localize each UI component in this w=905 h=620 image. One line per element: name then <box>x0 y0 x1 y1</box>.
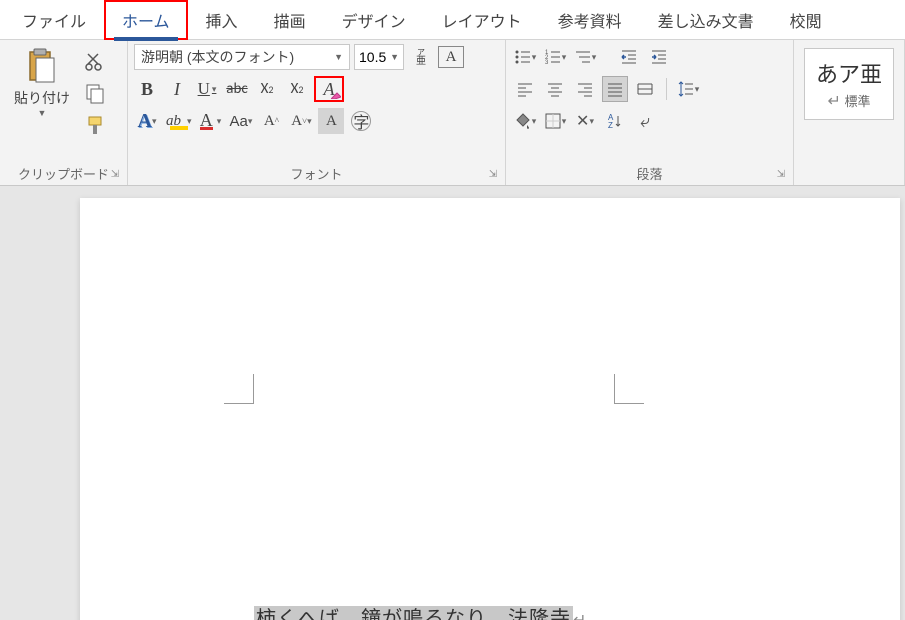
style-sample: あア亜 <box>816 57 882 89</box>
chevron-down-icon: ▼ <box>390 52 399 62</box>
sort-button[interactable]: AZ <box>602 108 628 134</box>
superscript-button[interactable]: X2 <box>284 76 310 102</box>
italic-button[interactable]: I <box>164 76 190 102</box>
align-right-button[interactable] <box>572 76 598 102</box>
char-border-button[interactable]: A <box>438 46 464 68</box>
underline-button[interactable]: U▾ <box>194 76 220 102</box>
increase-indent-button[interactable] <box>646 44 672 70</box>
tab-design[interactable]: デザイン <box>324 0 424 40</box>
style-normal[interactable]: あア亜 ↵ 標準 <box>804 48 894 120</box>
justify-button[interactable] <box>602 76 628 102</box>
group-font: 游明朝 (本文のフォント) ▼ 10.5 ▼ ア亜 A B I <box>128 40 506 185</box>
svg-text:Z: Z <box>608 121 613 130</box>
document-area: 柿くへば 鐘が鳴るなり 法隆寺↵ <box>0 186 905 620</box>
text-effects-button[interactable]: A▾ <box>134 108 160 134</box>
group-clipboard: 貼り付け ▼ クリップボード ⇲ <box>0 40 128 185</box>
strikethrough-button[interactable]: abc <box>224 76 250 102</box>
tab-home[interactable]: ホーム <box>104 0 188 40</box>
group-paragraph: ▾ 123▾ ▾ <box>506 40 794 185</box>
borders-button[interactable]: ▾ <box>542 108 568 134</box>
bold-button[interactable]: B <box>134 76 160 102</box>
line-spacing-button[interactable]: ▾ <box>675 76 701 102</box>
ribbon: 貼り付け ▼ クリップボード ⇲ <box>0 40 905 186</box>
distributed-button[interactable] <box>632 76 658 102</box>
asian-layout-button[interactable]: ✕▾ <box>572 108 598 134</box>
shrink-font-button[interactable]: A˅▾ <box>288 108 314 134</box>
margin-corner-tl <box>224 374 254 404</box>
font-launcher[interactable]: ⇲ <box>487 169 499 181</box>
paragraph-mark-icon: ↵ <box>573 612 587 620</box>
svg-text:3: 3 <box>545 60 549 66</box>
enclosed-char-button[interactable]: 字 <box>348 108 374 134</box>
style-name: ↵ 標準 <box>827 91 870 111</box>
align-center-button[interactable] <box>542 76 568 102</box>
multilevel-button[interactable]: ▾ <box>572 44 598 70</box>
grow-font-button[interactable]: A^ <box>258 108 284 134</box>
tab-review[interactable]: 校閲 <box>772 0 840 40</box>
font-color-button[interactable]: A▾ <box>198 108 224 134</box>
group-label-clipboard: クリップボード ⇲ <box>6 160 121 183</box>
font-size-select[interactable]: 10.5 ▼ <box>354 44 404 70</box>
shading-button[interactable]: ▾ <box>512 108 538 134</box>
group-label-paragraph: 段落 ⇲ <box>512 160 787 183</box>
margin-corner-tr <box>614 374 644 404</box>
tab-file[interactable]: ファイル <box>4 0 104 40</box>
show-marks-button[interactable]: ⤶ <box>632 108 658 134</box>
tab-layout[interactable]: レイアウト <box>424 0 540 40</box>
highlight-button[interactable]: ab ▾ <box>164 108 194 134</box>
decrease-indent-button[interactable] <box>616 44 642 70</box>
numbering-button[interactable]: 123▾ <box>542 44 568 70</box>
paragraph-launcher[interactable]: ⇲ <box>775 169 787 181</box>
change-case-button[interactable]: Aa▾ <box>228 108 255 134</box>
align-left-button[interactable] <box>512 76 538 102</box>
subscript-button[interactable]: X2 <box>254 76 280 102</box>
chevron-down-icon: ▼ <box>334 52 343 62</box>
clear-format-button[interactable]: A <box>314 76 344 102</box>
font-name-select[interactable]: 游明朝 (本文のフォント) ▼ <box>134 44 350 70</box>
cut-button[interactable] <box>82 48 108 74</box>
group-label-font: フォント ⇲ <box>134 160 499 183</box>
copy-button[interactable] <box>82 80 108 106</box>
tab-references[interactable]: 参考資料 <box>540 0 640 40</box>
bullets-button[interactable]: ▾ <box>512 44 538 70</box>
ruby-button[interactable]: ア亜 <box>408 44 434 70</box>
format-painter-button[interactable] <box>82 112 108 138</box>
page[interactable] <box>80 198 900 620</box>
tab-insert[interactable]: 挿入 <box>188 0 256 40</box>
paste-button[interactable]: 貼り付け ▼ <box>6 44 78 118</box>
chevron-down-icon: ▼ <box>38 108 47 118</box>
char-shading-button[interactable]: A <box>318 108 344 134</box>
ribbon-tabs: ファイル ホーム 挿入 描画 デザイン レイアウト 参考資料 差し込み文書 校閲 <box>0 0 905 40</box>
paste-icon <box>22 46 62 86</box>
clipboard-launcher[interactable]: ⇲ <box>109 169 121 181</box>
document-text[interactable]: 柿くへば 鐘が鳴るなり 法隆寺↵ <box>254 602 587 620</box>
tab-draw[interactable]: 描画 <box>256 0 324 40</box>
group-styles: あア亜 ↵ 標準 <box>794 40 905 185</box>
paste-label: 貼り付け <box>14 88 70 108</box>
tab-mailings[interactable]: 差し込み文書 <box>640 0 772 40</box>
